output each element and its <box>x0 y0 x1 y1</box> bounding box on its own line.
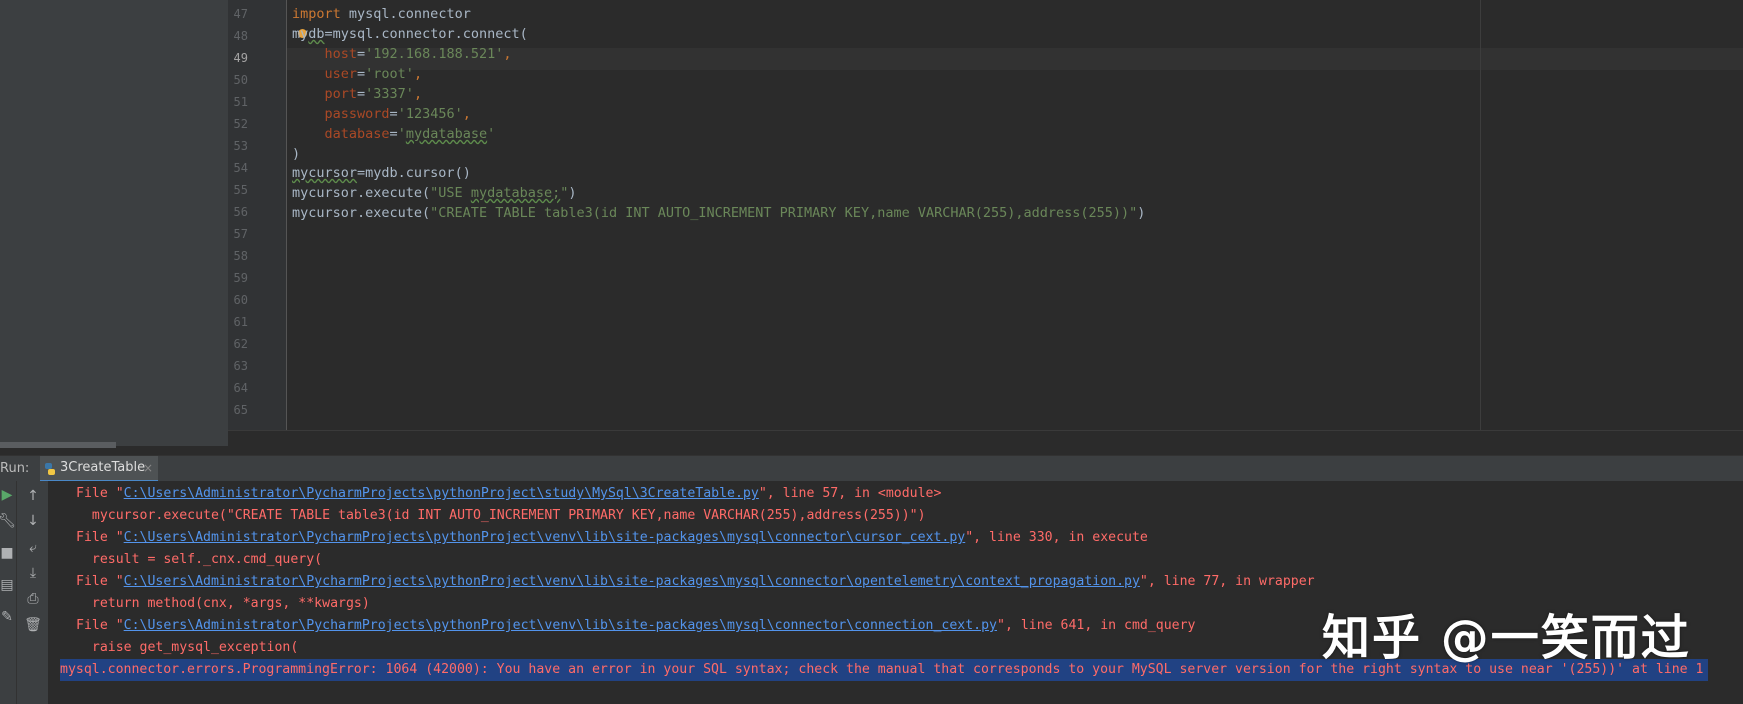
code-line-53: database='mydatabase' <box>324 126 496 142</box>
code-line-52: password='123456', <box>324 106 471 122</box>
traceback-file-link[interactable]: C:\Users\Administrator\PycharmProjects\p… <box>124 486 759 501</box>
traceback-file-link[interactable]: C:\Users\Administrator\PycharmProjects\p… <box>124 574 1140 589</box>
run-label: Run: <box>0 461 30 476</box>
line-number: 53 <box>233 139 248 153</box>
code-line-48: mydb=mysql.connector.connect( <box>292 26 528 42</box>
console-line: raise get_mysql_exception( <box>76 640 299 655</box>
print-icon[interactable]: ⎙ <box>23 589 43 609</box>
traceback-file-link[interactable]: C:\Users\Administrator\PycharmProjects\p… <box>124 530 966 545</box>
editor-horizontal-scrollbar[interactable] <box>228 430 1743 447</box>
down-arrow-icon[interactable]: ↓ <box>23 511 43 531</box>
line-number: 50 <box>233 73 248 87</box>
line-number: 64 <box>233 381 248 395</box>
code-line-49: host='192.168.188.521', <box>324 46 512 62</box>
project-panel <box>0 0 228 448</box>
line-number: 63 <box>233 359 248 373</box>
console-line: File "C:\Users\Administrator\PycharmProj… <box>76 574 1315 589</box>
scroll-to-end-icon[interactable]: ⤓ <box>23 563 43 583</box>
code-editor[interactable]: 47 48 49 50 51 52 53 54 55 56 57 58 59 60 61 62 63 64 65 i… <box>228 0 1743 430</box>
run-tool-window-header: Run: 3CreateTable × <box>0 455 1743 482</box>
line-number-gutter: 47 48 49 50 51 52 53 54 55 56 57 58 59 60 61 62 63 64 65 <box>228 0 287 430</box>
pin-icon[interactable]: ✎ <box>0 607 17 627</box>
line-number: 48 <box>233 29 248 43</box>
run-tab-3createtable[interactable]: 3CreateTable × <box>40 456 158 482</box>
layout-icon[interactable]: ▤ <box>0 575 17 595</box>
line-number: 59 <box>233 271 248 285</box>
line-number: 51 <box>233 95 248 109</box>
soft-wrap-icon[interactable]: ⤶ <box>23 538 43 558</box>
console-line: mycursor.execute("CREATE TABLE table3(id… <box>76 508 926 523</box>
line-number: 55 <box>233 183 248 197</box>
code-line-55: mycursor=mydb.cursor() <box>292 165 471 181</box>
line-number: 65 <box>233 403 248 417</box>
run-console[interactable]: File "C:\Users\Administrator\PycharmProj… <box>48 481 1743 704</box>
line-number: 49 <box>233 51 248 65</box>
line-number: 54 <box>233 161 248 175</box>
console-line: File "C:\Users\Administrator\PycharmProj… <box>76 530 1148 545</box>
line-number: 47 <box>233 7 248 21</box>
line-number: 52 <box>233 117 248 131</box>
line-number: 61 <box>233 315 248 329</box>
line-number: 56 <box>233 205 248 219</box>
stop-icon[interactable]: ■ <box>0 543 17 563</box>
python-file-icon <box>45 463 55 475</box>
console-line: result = self._cnx.cmd_query( <box>76 552 323 567</box>
line-number: 57 <box>233 227 248 241</box>
close-icon[interactable]: × <box>143 456 153 480</box>
line-number: 58 <box>233 249 248 263</box>
code-line-50: user='root', <box>324 66 423 82</box>
code-line-51: port='3337', <box>324 86 423 102</box>
run-tab-label: 3CreateTable <box>60 460 146 475</box>
code-area[interactable]: import mysql.connector mydb=mysql.connec… <box>292 0 1743 430</box>
console-line: return method(cnx, *args, **kwargs) <box>76 596 370 611</box>
project-panel-scrollbar[interactable] <box>0 442 116 448</box>
code-line-57: mycursor.execute("CREATE TABLE table3(id… <box>292 205 1146 221</box>
run-toolbar-secondary: ↑ ↓ ⤶ ⤓ ⎙ 🗑︎ <box>17 481 49 704</box>
code-line-56: mycursor.execute("USE mydatabase;") <box>292 185 577 201</box>
wrench-icon[interactable]: 🔧︎ <box>0 511 17 531</box>
zhihu-watermark: 知乎 @一笑而过 <box>1322 610 1691 666</box>
code-line-47: import mysql.connector <box>292 6 471 22</box>
line-number: 60 <box>233 293 248 307</box>
line-number: 62 <box>233 337 248 351</box>
run-toolbar-primary: ▶ 🔧︎ ■ ▤ ✎ <box>0 481 17 704</box>
console-line: File "C:\Users\Administrator\PycharmProj… <box>76 486 942 501</box>
trash-icon[interactable]: 🗑︎ <box>23 615 43 635</box>
run-icon[interactable]: ▶ <box>0 485 17 505</box>
traceback-file-link[interactable]: C:\Users\Administrator\PycharmProjects\p… <box>124 618 997 633</box>
console-line: File "C:\Users\Administrator\PycharmProj… <box>76 618 1196 633</box>
up-arrow-icon[interactable]: ↑ <box>23 486 43 506</box>
